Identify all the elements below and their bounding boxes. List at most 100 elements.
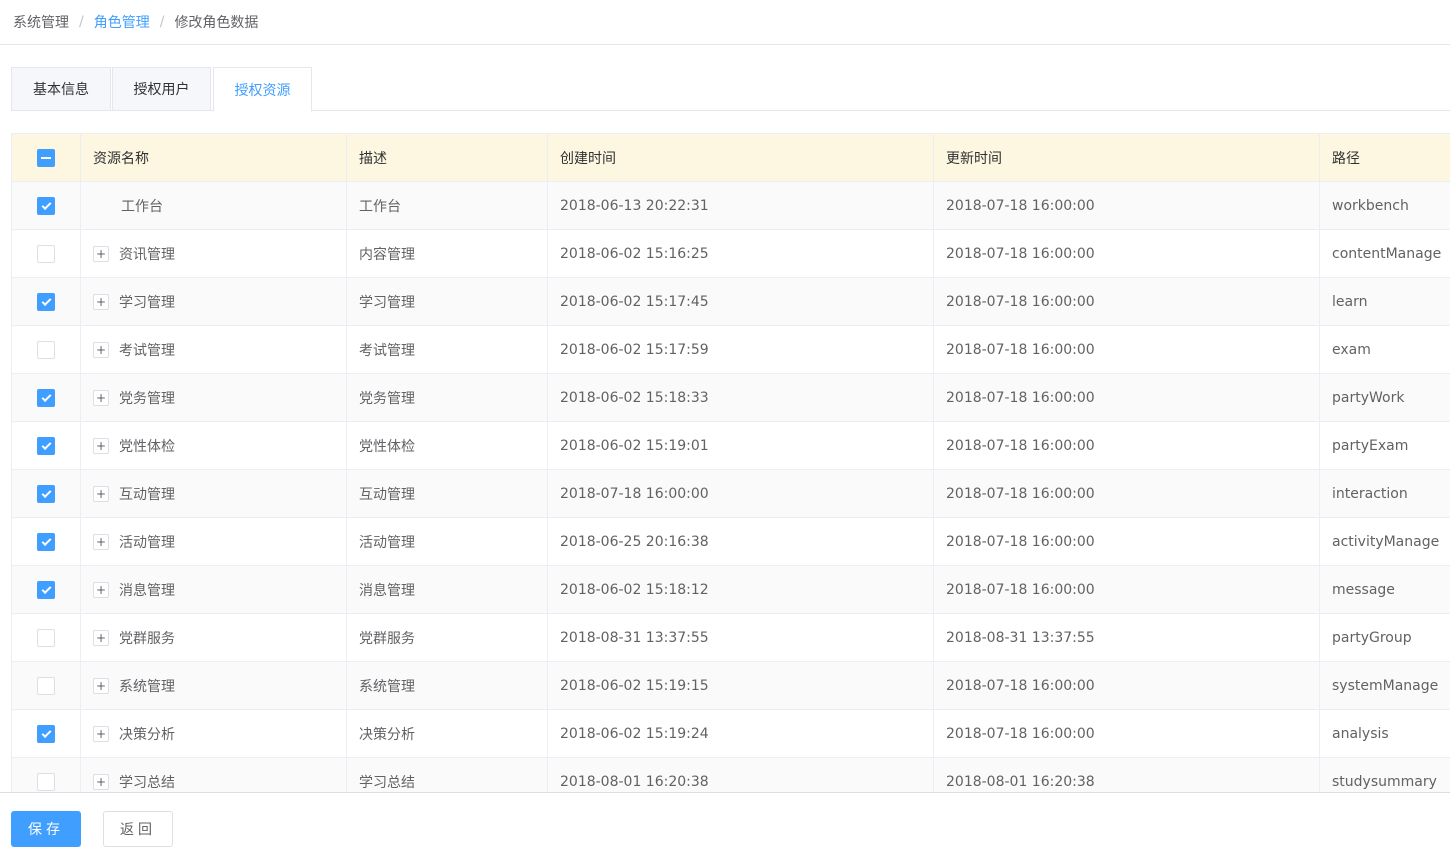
row-checkbox[interactable] [37, 341, 55, 359]
resource-name-cell: + 互动管理 [81, 470, 347, 518]
row-checkbox[interactable] [37, 533, 55, 551]
updated-time: 2018-07-18 16:00:00 [934, 374, 1320, 422]
table-row[interactable]: + 考试管理 考试管理 2018-06-02 15:17:59 2018-07-18 1… [12, 326, 1450, 374]
breadcrumb-separator: / [79, 14, 84, 30]
footer-bar: 保存 返回 [0, 792, 1450, 849]
breadcrumb: 系统管理 / 角色管理 / 修改角色数据 [0, 0, 1450, 45]
breadcrumb-item-system[interactable]: 系统管理 [13, 12, 69, 32]
check-icon [41, 487, 51, 498]
expand-icon[interactable]: + [93, 246, 109, 262]
resource-name-cell: + 党务管理 [81, 374, 347, 422]
resource-path: contentManage [1332, 246, 1442, 262]
resource-path: interaction [1332, 486, 1408, 502]
table-row[interactable]: + 消息管理 消息管理 2018-06-02 15:18:12 2018-07-18 1… [12, 566, 1450, 614]
row-check-cell [12, 518, 81, 566]
check-icon [41, 391, 51, 402]
table-row[interactable]: + 系统管理 系统管理 2018-06-02 15:19:15 2018-07-18 1… [12, 662, 1450, 710]
indeterminate-icon [41, 157, 51, 159]
resource-name-cell: + 消息管理 [81, 566, 347, 614]
resource-desc: 内容管理 [347, 230, 548, 278]
column-header-updated: 更新时间 [934, 134, 1320, 182]
select-all-checkbox[interactable] [37, 149, 55, 167]
table-row[interactable]: + 学习总结 学习总结 2018-08-01 16:20:38 2018-08-01 1… [12, 758, 1450, 792]
expand-icon[interactable]: + [93, 342, 109, 358]
resource-name-cell: + 学习总结 [81, 758, 347, 792]
row-checkbox[interactable] [37, 389, 55, 407]
row-checkbox[interactable] [37, 437, 55, 455]
table-row[interactable]: + 互动管理 互动管理 2018-07-18 16:00:00 2018-07-18 1… [12, 470, 1450, 518]
resource-name-cell: + 活动管理 [81, 518, 347, 566]
row-checkbox[interactable] [37, 677, 55, 695]
row-checkbox[interactable] [37, 293, 55, 311]
resource-desc: 党群服务 [347, 614, 548, 662]
table-row[interactable]: + 党务管理 党务管理 2018-06-02 15:18:33 2018-07-18 1… [12, 374, 1450, 422]
expand-icon[interactable]: + [93, 582, 109, 598]
check-icon [41, 295, 51, 306]
table-row[interactable]: 工作台 工作台 2018-06-13 20:22:31 2018-07-18 16:0… [12, 182, 1450, 230]
row-checkbox[interactable] [37, 581, 55, 599]
check-icon [41, 199, 51, 210]
created-time: 2018-06-02 15:16:25 [548, 230, 934, 278]
resource-desc: 工作台 [347, 182, 548, 230]
created-time: 2018-07-18 16:00:00 [548, 470, 934, 518]
row-checkbox[interactable] [37, 197, 55, 215]
check-icon [41, 535, 51, 546]
resource-name-cell: 工作台 [81, 182, 347, 230]
updated-time: 2018-07-18 16:00:00 [934, 566, 1320, 614]
resource-desc: 活动管理 [347, 518, 548, 566]
updated-time: 2018-07-18 16:00:00 [934, 422, 1320, 470]
created-time: 2018-06-02 15:17:59 [548, 326, 934, 374]
updated-time: 2018-07-18 16:00:00 [934, 278, 1320, 326]
tab-basic-info[interactable]: 基本信息 [11, 67, 111, 111]
expand-icon[interactable]: + [93, 486, 109, 502]
back-button[interactable]: 返回 [103, 811, 173, 847]
resource-path: activityManage [1332, 534, 1440, 550]
column-header-name: 资源名称 [81, 134, 347, 182]
row-checkbox[interactable] [37, 629, 55, 647]
updated-time: 2018-07-18 16:00:00 [934, 470, 1320, 518]
expand-icon[interactable]: + [93, 630, 109, 646]
expand-icon[interactable]: + [93, 294, 109, 310]
column-header-path: 路径 [1332, 151, 1360, 167]
table-row[interactable]: + 党群服务 党群服务 2018-08-31 13:37:55 2018-08-31 1… [12, 614, 1450, 662]
updated-time: 2018-07-18 16:00:00 [934, 182, 1320, 230]
breadcrumb-item-role[interactable]: 角色管理 [94, 12, 150, 32]
row-checkbox[interactable] [37, 725, 55, 743]
resource-name-cell: + 党群服务 [81, 614, 347, 662]
row-checkbox[interactable] [37, 485, 55, 503]
row-checkbox[interactable] [37, 773, 55, 791]
resource-name: 资讯管理 [119, 247, 175, 263]
row-check-cell [12, 278, 81, 326]
table-row[interactable]: + 活动管理 活动管理 2018-06-25 20:16:38 2018-07-18 1… [12, 518, 1450, 566]
expand-icon[interactable]: + [93, 726, 109, 742]
expand-icon[interactable]: + [93, 774, 109, 790]
expand-icon[interactable]: + [93, 534, 109, 550]
resource-name: 活动管理 [119, 535, 175, 551]
table-row[interactable]: + 党性体检 党性体检 2018-06-02 15:19:01 2018-07-18 1… [12, 422, 1450, 470]
save-button[interactable]: 保存 [11, 811, 81, 847]
resource-desc: 党性体检 [347, 422, 548, 470]
resource-desc: 学习总结 [347, 758, 548, 792]
resource-desc: 考试管理 [347, 326, 548, 374]
tab-authorized-resources[interactable]: 授权资源 [213, 67, 312, 112]
row-checkbox[interactable] [37, 245, 55, 263]
resource-path: studysummary [1332, 774, 1437, 790]
expand-icon[interactable]: + [93, 438, 109, 454]
table-row[interactable]: + 学习管理 学习管理 2018-06-02 15:17:45 2018-07-18 1… [12, 278, 1450, 326]
column-header-desc: 描述 [347, 134, 548, 182]
row-check-cell [12, 614, 81, 662]
resource-name-cell: + 党性体检 [81, 422, 347, 470]
resource-name: 学习总结 [119, 775, 175, 791]
updated-time: 2018-07-18 16:00:00 [934, 710, 1320, 758]
table-row[interactable]: + 决策分析 决策分析 2018-06-02 15:19:24 2018-07-18 1… [12, 710, 1450, 758]
created-time: 2018-06-02 15:19:15 [548, 662, 934, 710]
resource-path: partyGroup [1332, 630, 1412, 646]
resource-name: 党性体检 [119, 439, 175, 455]
expand-icon[interactable]: + [93, 390, 109, 406]
table-row[interactable]: + 资讯管理 内容管理 2018-06-02 15:16:25 2018-07-18 1… [12, 230, 1450, 278]
resource-path: workbench [1332, 198, 1409, 214]
resource-desc: 消息管理 [347, 566, 548, 614]
tab-authorized-users[interactable]: 授权用户 [112, 67, 211, 111]
resource-name-cell: + 资讯管理 [81, 230, 347, 278]
expand-icon[interactable]: + [93, 678, 109, 694]
